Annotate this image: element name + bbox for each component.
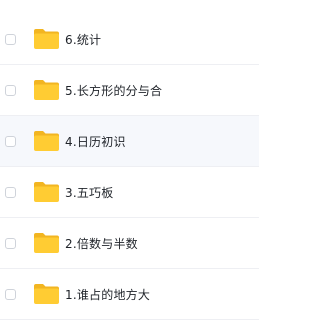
row-checkbox[interactable] — [5, 135, 16, 147]
folder-icon — [33, 232, 60, 254]
folder-icon — [33, 181, 60, 203]
folder-icon — [33, 130, 60, 152]
file-name[interactable]: 2.倍数与半数 — [65, 235, 138, 252]
folder-icon — [33, 79, 60, 101]
file-name[interactable]: 4.日历初识 — [65, 133, 126, 150]
folder-icon — [33, 28, 60, 50]
file-list: 6.统计 5.长方形的分与合 4.日历初识 3.五巧板 2.倍数与半数 1.谁占… — [0, 0, 259, 336]
row-checkbox[interactable] — [5, 33, 16, 45]
file-row[interactable]: 5.长方形的分与合 — [0, 65, 259, 116]
row-checkbox[interactable] — [5, 186, 16, 198]
file-row[interactable]: 1.谁占的地方大 — [0, 269, 259, 320]
file-name[interactable]: 5.长方形的分与合 — [65, 82, 162, 99]
file-name[interactable]: 3.五巧板 — [65, 184, 113, 201]
file-name[interactable]: 6.统计 — [65, 31, 101, 48]
row-checkbox[interactable] — [5, 288, 16, 300]
row-checkbox[interactable] — [5, 237, 16, 249]
file-row[interactable]: 6.统计 — [0, 14, 259, 65]
file-row[interactable]: 4.日历初识 — [0, 116, 259, 167]
row-checkbox[interactable] — [5, 84, 16, 96]
file-row[interactable]: 3.五巧板 — [0, 167, 259, 218]
folder-icon — [33, 283, 60, 305]
file-row[interactable]: 2.倍数与半数 — [0, 218, 259, 269]
file-name[interactable]: 1.谁占的地方大 — [65, 286, 150, 303]
